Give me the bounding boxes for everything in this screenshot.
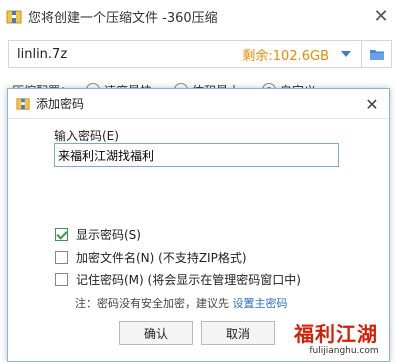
show-password-label: 显示密码(S) <box>76 228 141 242</box>
show-password-checkbox[interactable]: 显示密码(S) <box>55 226 141 243</box>
encrypt-filenames-label: 加密文件名(N) (不支持ZIP格式) <box>76 251 247 265</box>
browse-folder-button[interactable] <box>361 41 391 67</box>
watermark-logo: 福利江湖 fulijianghu.com <box>294 318 394 360</box>
remember-password-checkbox[interactable]: 记住密码(M) (将会显示在管理密码窗口中) <box>55 271 301 288</box>
folder-icon <box>369 49 384 60</box>
dialog-title: 添加密码 <box>36 97 85 111</box>
archive-app-icon <box>6 10 22 23</box>
free-space-label: 剩余:102.6GB <box>242 48 329 64</box>
cancel-button[interactable]: 取消 <box>201 321 275 345</box>
note-text: 注：密码没有安全加密，建议先 <box>75 297 233 310</box>
remember-password-label: 记住密码(M) (将会显示在管理密码窗口中) <box>76 273 301 287</box>
archive-path-value[interactable]: linlin.7z <box>9 47 242 62</box>
security-note: 注：密码没有安全加密，建议先 设置主密码 <box>75 295 288 311</box>
archive-app-icon <box>16 97 30 110</box>
background-window-title: 您将创建一个压缩文件 -360压缩 <box>28 11 218 26</box>
watermark-sub-text: fulijianghu.com <box>309 346 379 356</box>
background-titlebar: 您将创建一个压缩文件 -360压缩 ✕ <box>0 0 396 33</box>
confirm-button[interactable]: 确认 <box>119 321 193 345</box>
close-icon[interactable]: ✕ <box>361 93 383 115</box>
chevron-down-icon[interactable] <box>341 51 351 57</box>
checkbox-checked[interactable] <box>55 228 68 241</box>
checkbox-unchecked[interactable] <box>55 273 68 286</box>
checkbox-unchecked[interactable] <box>55 251 68 264</box>
dialog-titlebar: 添加密码 <box>8 89 389 119</box>
watermark-main-text: 福利江湖 <box>294 322 378 346</box>
password-input[interactable] <box>54 143 339 167</box>
set-master-password-link[interactable]: 设置主密码 <box>233 297 288 310</box>
encrypt-filenames-checkbox[interactable]: 加密文件名(N) (不支持ZIP格式) <box>55 249 247 266</box>
password-label: 输入密码(E) <box>54 129 119 143</box>
archive-path-field[interactable]: linlin.7z 剩余:102.6GB <box>8 40 392 68</box>
background-close-icon[interactable]: ✕ <box>366 0 396 33</box>
